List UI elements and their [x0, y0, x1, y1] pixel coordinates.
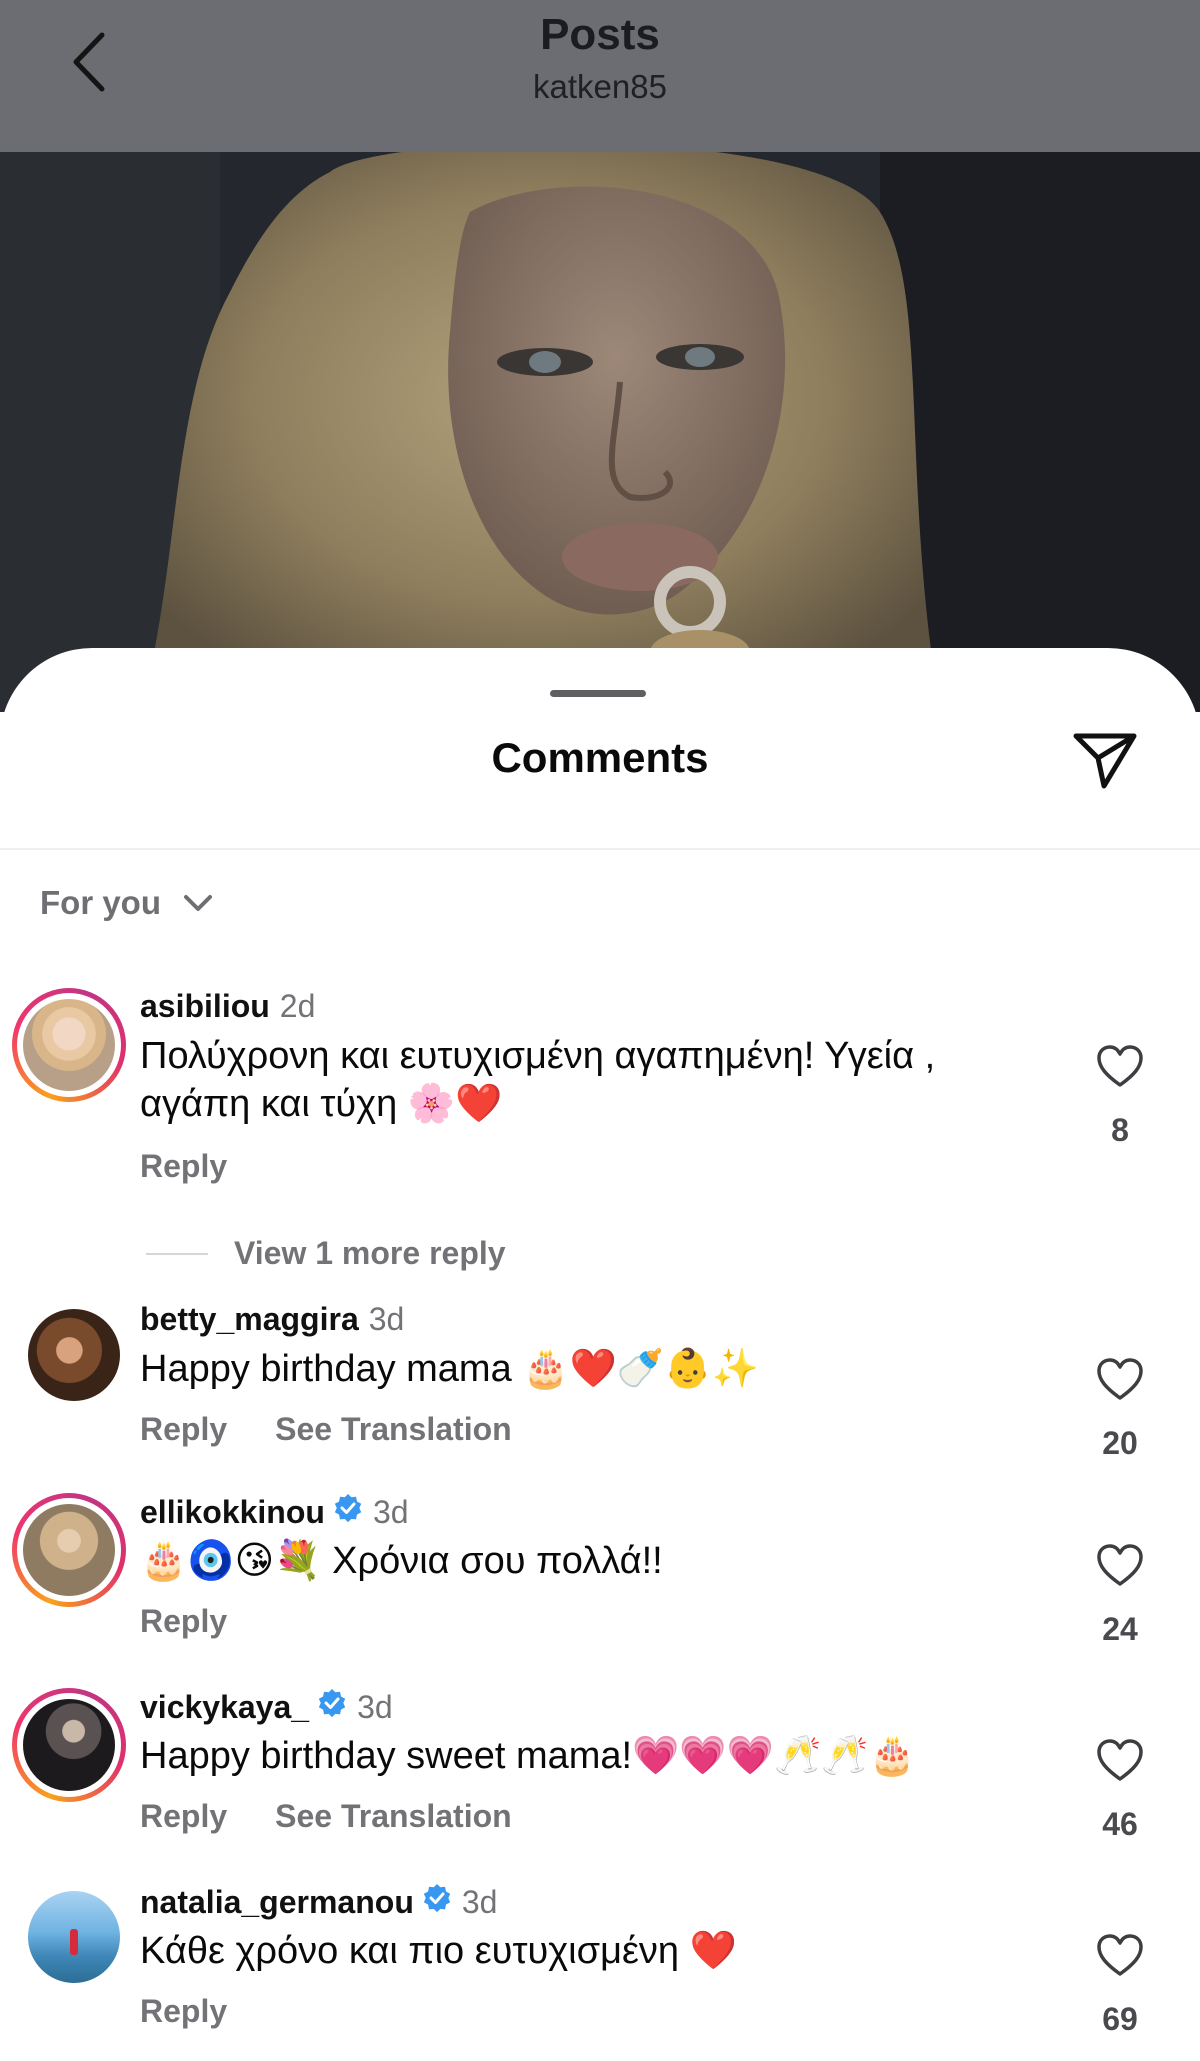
comment-meta: vickykaya_ 3d — [140, 1688, 393, 1726]
view-more-replies[interactable]: View 1 more reply — [146, 1235, 506, 1272]
like-count: 46 — [1102, 1806, 1138, 1842]
comment-username[interactable]: natalia_germanou — [140, 1884, 414, 1921]
top-header: Posts katken85 — [0, 0, 1200, 152]
heart-outline-icon — [1097, 1739, 1143, 1781]
comment-text: Κάθε χρόνο και πιο ευτυχισμένη ❤️ — [140, 1930, 737, 1972]
sheet-divider — [0, 848, 1200, 850]
sheet-grab-handle[interactable] — [550, 690, 646, 697]
comment-username[interactable]: betty_maggira — [140, 1301, 359, 1338]
verified-badge-icon — [333, 1493, 363, 1531]
avatar[interactable] — [12, 1301, 126, 1415]
comment-text: 🎂🧿😘💐 Χρόνια σου πολλά!! — [140, 1540, 663, 1582]
comment-text: Happy birthday sweet mama!💗💗💗🥂🥂🎂 — [140, 1735, 916, 1777]
comment-item: ellikokkinou 3d 🎂🧿😘💐 Χρόνια σου πολλά!! … — [0, 1493, 1200, 1663]
share-paper-plane-icon — [1073, 733, 1137, 789]
comment-time: 3d — [368, 1301, 405, 1337]
chevron-down-icon — [184, 895, 212, 911]
comment-username[interactable]: asibiliou — [140, 988, 270, 1025]
like-count: 8 — [1111, 1112, 1129, 1148]
verified-badge-icon — [317, 1688, 347, 1726]
comment-username[interactable]: vickykaya_ — [140, 1689, 309, 1726]
like-button[interactable] — [1090, 1044, 1150, 1093]
comment-time: 2d — [279, 988, 316, 1024]
comment-actions: Reply — [140, 1148, 227, 1185]
comment-actions: Reply See Translation — [140, 1411, 512, 1448]
like-button[interactable] — [1090, 1543, 1150, 1592]
comment-text: Πολύχρονη και ευτυχισμένη αγαπημένη! Υγε… — [140, 1035, 936, 1125]
like-count: 69 — [1102, 2001, 1138, 2037]
post-owner-username[interactable]: katken85 — [0, 68, 1200, 106]
reply-button[interactable]: Reply — [140, 1993, 227, 2030]
reply-button[interactable]: Reply — [140, 1798, 227, 1835]
comment-time: 3d — [461, 1883, 498, 1920]
avatar[interactable] — [12, 1493, 126, 1607]
verified-badge-icon — [422, 1883, 452, 1921]
avatar[interactable] — [12, 988, 126, 1102]
comment-actions: Reply See Translation — [140, 1798, 512, 1835]
replies-thread-line — [146, 1252, 208, 1255]
share-button[interactable] — [1070, 728, 1140, 794]
comment-meta: asibiliou 2d — [140, 988, 315, 1025]
comment-text: Happy birthday mama 🎂❤️🍼👶✨ — [140, 1348, 759, 1390]
comment-meta: ellikokkinou 3d — [140, 1493, 409, 1531]
sort-filter-dropdown[interactable]: For you — [40, 884, 213, 922]
comment-meta: natalia_germanou 3d — [140, 1883, 497, 1921]
comment-item: natalia_germanou 3d Κάθε χρόνο και πιο ε… — [0, 1883, 1200, 2053]
like-button[interactable] — [1090, 1738, 1150, 1787]
avatar[interactable] — [12, 1883, 126, 1997]
heart-outline-icon — [1097, 1544, 1143, 1586]
comment-actions: Reply — [140, 1993, 227, 2030]
post-photo — [0, 152, 1200, 712]
heart-outline-icon — [1097, 1934, 1143, 1976]
comment-actions: Reply — [140, 1603, 227, 1640]
heart-outline-icon — [1097, 1358, 1143, 1400]
reply-button[interactable]: Reply — [140, 1411, 227, 1448]
see-translation-button[interactable]: See Translation — [275, 1411, 512, 1448]
like-button[interactable] — [1090, 1357, 1150, 1406]
page-title: Posts — [540, 10, 660, 59]
comment-item: vickykaya_ 3d Happy birthday sweet mama!… — [0, 1688, 1200, 1858]
sort-filter-label: For you — [40, 884, 161, 921]
comment-meta: betty_maggira 3d — [140, 1301, 404, 1338]
sheet-title: Comments — [491, 734, 709, 781]
comment-item: betty_maggira 3d Happy birthday mama 🎂❤️… — [0, 1301, 1200, 1471]
comment-time: 3d — [357, 1688, 393, 1725]
reply-button[interactable]: Reply — [140, 1148, 227, 1185]
heart-outline-icon — [1097, 1045, 1143, 1087]
avatar[interactable] — [12, 1688, 126, 1802]
comment-username[interactable]: ellikokkinou — [140, 1494, 325, 1531]
like-count: 20 — [1102, 1425, 1138, 1461]
see-translation-button[interactable]: See Translation — [275, 1798, 512, 1835]
like-count: 24 — [1102, 1611, 1138, 1647]
comment-item: asibiliou 2d Πολύχρονη και ευτυχισμένη α… — [0, 988, 1200, 1268]
comment-time: 3d — [372, 1493, 409, 1530]
like-button[interactable] — [1090, 1933, 1150, 1982]
view-more-replies-label: View 1 more reply — [234, 1235, 506, 1271]
reply-button[interactable]: Reply — [140, 1603, 227, 1640]
